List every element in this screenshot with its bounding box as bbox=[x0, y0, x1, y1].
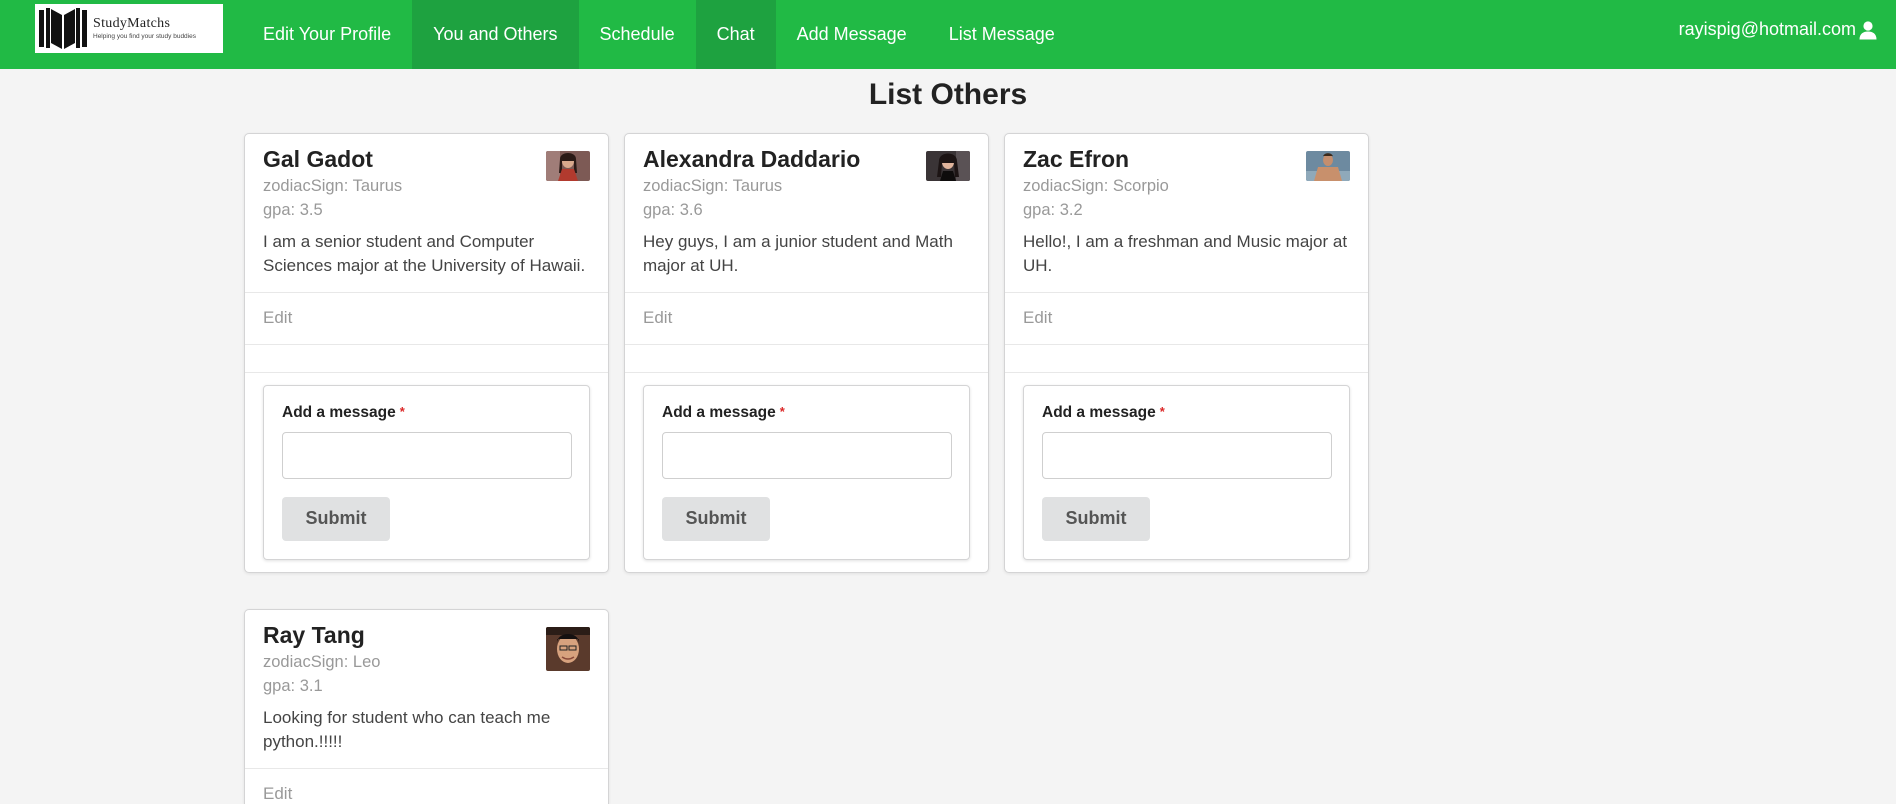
page-title: List Others bbox=[868, 78, 1028, 111]
edit-link[interactable]: Edit bbox=[245, 291, 608, 344]
profile-zodiac: zodiacSign: Leo bbox=[263, 652, 381, 671]
profile-name: Alexandra Daddario bbox=[643, 146, 861, 172]
profile-card: Ray Tang zodiacSign: Leo gpa: 3.1 Lookin… bbox=[244, 609, 609, 804]
edit-link[interactable]: Edit bbox=[1005, 291, 1368, 344]
required-marker: * bbox=[779, 403, 785, 419]
profile-card: Zac Efron zodiacSign: Scorpio gpa: 3.2 H… bbox=[1004, 133, 1369, 573]
profile-name: Gal Gadot bbox=[263, 146, 373, 172]
submit-button[interactable]: Submit bbox=[1042, 496, 1150, 541]
message-field-label: Add a message bbox=[282, 403, 396, 421]
message-input[interactable] bbox=[282, 431, 572, 479]
profile-description: Looking for student who can teach me pyt… bbox=[263, 707, 551, 751]
profile-description: I am a senior student and Computer Scien… bbox=[263, 231, 586, 275]
edit-link[interactable]: Edit bbox=[625, 291, 988, 344]
avatar bbox=[546, 151, 590, 181]
profile-card: Gal Gadot zodiacSign: Taurus gpa: 3.5 I … bbox=[244, 133, 609, 573]
user-icon bbox=[1859, 20, 1877, 39]
add-message-form: Add a message * Submit bbox=[643, 384, 970, 560]
nav-you-and-others[interactable]: You and Others bbox=[412, 0, 579, 69]
nav-list-message[interactable]: List Message bbox=[928, 0, 1076, 69]
add-message-form: Add a message * Submit bbox=[1023, 384, 1350, 560]
add-message-form: Add a message * Submit bbox=[263, 384, 590, 560]
nav-chat[interactable]: Chat bbox=[695, 0, 776, 69]
profile-description: Hey guys, I am a junior student and Math… bbox=[643, 231, 953, 275]
avatar bbox=[546, 627, 590, 671]
message-field-label: Add a message bbox=[662, 403, 776, 421]
nav-edit-profile[interactable]: Edit Your Profile bbox=[242, 0, 412, 69]
edit-link[interactable]: Edit bbox=[245, 767, 608, 804]
required-marker: * bbox=[1159, 403, 1165, 419]
book-icon bbox=[39, 8, 87, 49]
user-email: rayispig@hotmail.com bbox=[1678, 19, 1856, 39]
message-input[interactable] bbox=[1042, 431, 1332, 479]
submit-button[interactable]: Submit bbox=[282, 496, 390, 541]
submit-button[interactable]: Submit bbox=[662, 496, 770, 541]
profile-zodiac: zodiacSign: Scorpio bbox=[1023, 176, 1169, 195]
main-menu: Edit Your Profile You and Others Schedul… bbox=[242, 0, 1076, 69]
profile-name: Ray Tang bbox=[263, 622, 365, 648]
required-marker: * bbox=[399, 403, 405, 419]
profile-gpa: gpa: 3.6 bbox=[643, 200, 703, 219]
profile-gpa: gpa: 3.2 bbox=[1023, 200, 1083, 219]
profile-name: Zac Efron bbox=[1023, 146, 1130, 172]
profile-gpa: gpa: 3.1 bbox=[263, 676, 323, 695]
profile-zodiac: zodiacSign: Taurus bbox=[643, 176, 783, 195]
message-field-label: Add a message bbox=[1042, 403, 1156, 421]
brand-logo[interactable]: StudyMatchs Helping you find your study … bbox=[35, 4, 223, 53]
brand-tagline: Helping you find your study buddies bbox=[93, 32, 196, 40]
top-navbar: StudyMatchs Helping you find your study … bbox=[0, 0, 1896, 69]
profile-zodiac: zodiacSign: Taurus bbox=[263, 176, 403, 195]
nav-add-message[interactable]: Add Message bbox=[776, 0, 928, 69]
message-input[interactable] bbox=[662, 431, 952, 479]
avatar bbox=[926, 151, 970, 181]
avatar bbox=[1306, 151, 1350, 181]
nav-schedule[interactable]: Schedule bbox=[579, 0, 696, 69]
user-menu[interactable]: rayispig@hotmail.com bbox=[1679, 0, 1878, 59]
profile-card: Alexandra Daddario zodiacSign: Taurus gp… bbox=[624, 133, 989, 573]
profile-gpa: gpa: 3.5 bbox=[263, 200, 323, 219]
brand-name: StudyMatchs bbox=[93, 15, 171, 31]
profile-description: Hello!, I am a freshman and Music major … bbox=[1023, 231, 1348, 275]
